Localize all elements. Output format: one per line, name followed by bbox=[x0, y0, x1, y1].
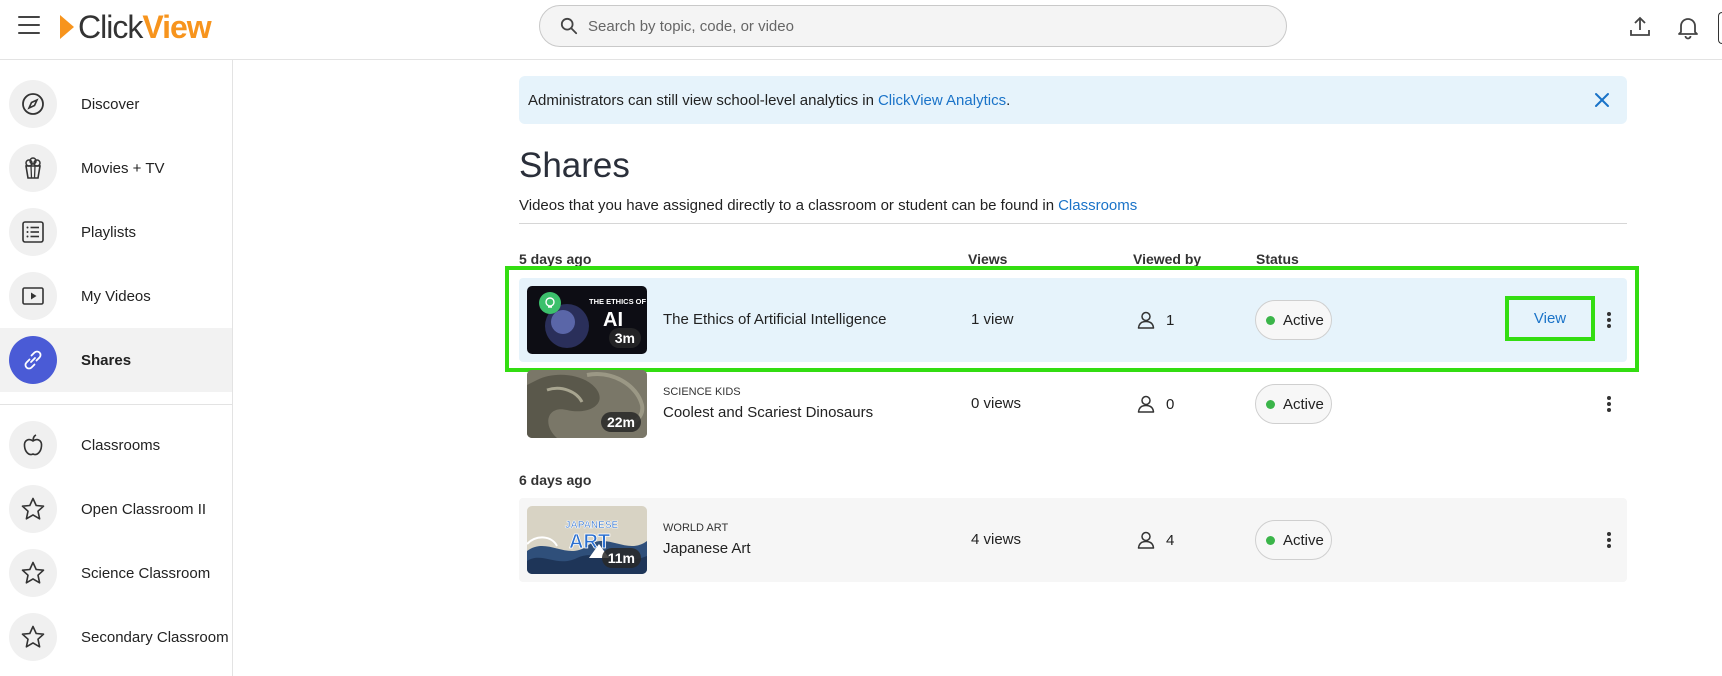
video-category: WORLD ART bbox=[663, 522, 729, 534]
column-header-views: Views bbox=[968, 251, 1008, 267]
svg-text:JAPANESE: JAPANESE bbox=[565, 520, 618, 531]
viewed-by-count: 0 bbox=[1166, 395, 1175, 413]
share-row[interactable]: 22m SCIENCE KIDS Coolest and Scariest Di… bbox=[519, 362, 1627, 446]
sidebar: Discover Movies + TV Playlists My Videos… bbox=[0, 60, 233, 676]
play-icon bbox=[9, 272, 57, 320]
duration-badge: 3m bbox=[608, 328, 641, 348]
status-label: Active bbox=[1283, 531, 1324, 549]
list-icon bbox=[9, 208, 57, 256]
clickview-analytics-link[interactable]: ClickView Analytics bbox=[878, 92, 1006, 109]
sidebar-item-label: Playlists bbox=[81, 223, 137, 241]
group-label: 6 days ago bbox=[519, 472, 592, 488]
status-dot-icon bbox=[1266, 535, 1275, 545]
link-icon bbox=[9, 336, 57, 384]
sidebar-item-my-videos[interactable]: My Videos bbox=[0, 264, 232, 328]
search-input[interactable] bbox=[588, 17, 1268, 35]
more-options-icon[interactable] bbox=[1604, 310, 1614, 330]
logo-text-click: Click bbox=[78, 8, 143, 45]
sidebar-item-open-classroom-ii[interactable]: Open Classroom II bbox=[0, 477, 232, 541]
view-button[interactable]: View bbox=[1505, 296, 1595, 341]
notifications-bell-icon[interactable] bbox=[1675, 14, 1701, 40]
divider bbox=[519, 223, 1627, 224]
top-bar: ClickView bbox=[0, 0, 1722, 60]
views-count: 0 views bbox=[971, 395, 1022, 412]
sidebar-item-secondary-classroom[interactable]: Secondary Classroom bbox=[0, 605, 232, 669]
duration-badge: 11m bbox=[601, 548, 641, 568]
sidebar-item-label: Secondary Classroom bbox=[81, 628, 229, 646]
page-title: Shares bbox=[519, 146, 630, 185]
status-badge: Active bbox=[1255, 520, 1332, 560]
upload-icon[interactable] bbox=[1627, 14, 1653, 40]
sidebar-item-label: Open Classroom II bbox=[81, 500, 207, 518]
viewed-by: 1 bbox=[1136, 310, 1174, 330]
analytics-banner: Administrators can still view school-lev… bbox=[519, 76, 1627, 124]
svg-text:THE ETHICS OF: THE ETHICS OF bbox=[589, 297, 647, 306]
menu-icon[interactable] bbox=[18, 16, 40, 34]
share-row[interactable]: THE ETHICS OF AI 3m The Ethics of Artifi… bbox=[519, 278, 1627, 362]
video-thumbnail[interactable]: 22m bbox=[527, 370, 647, 438]
user-icon bbox=[1137, 395, 1155, 413]
column-header-viewed-by: Viewed by bbox=[1133, 251, 1202, 267]
video-thumbnail[interactable]: THE ETHICS OF AI 3m bbox=[527, 286, 647, 354]
video-thumbnail[interactable]: JAPANESE ART 11m bbox=[527, 506, 647, 574]
views-count: 4 views bbox=[971, 531, 1022, 548]
sidebar-item-science-classroom[interactable]: Science Classroom bbox=[0, 541, 232, 605]
close-icon[interactable] bbox=[1591, 89, 1613, 111]
profile-edge[interactable] bbox=[1718, 12, 1722, 44]
subtitle-text: Videos that you have assigned directly t… bbox=[519, 197, 1055, 214]
logo-play-icon bbox=[60, 15, 74, 39]
sidebar-item-label: My Videos bbox=[81, 287, 151, 305]
popcorn-icon bbox=[9, 144, 57, 192]
status-badge: Active bbox=[1255, 384, 1332, 424]
user-icon bbox=[1137, 311, 1155, 329]
viewed-by: 0 bbox=[1136, 394, 1174, 414]
sidebar-item-label: Discover bbox=[81, 95, 140, 113]
video-title[interactable]: The Ethics of Artificial Intelligence bbox=[663, 311, 886, 328]
sidebar-item-discover[interactable]: Discover bbox=[0, 72, 232, 136]
more-options-icon[interactable] bbox=[1604, 530, 1614, 550]
star-icon bbox=[9, 613, 57, 661]
compass-icon bbox=[9, 80, 57, 128]
star-icon bbox=[9, 485, 57, 533]
sidebar-item-shares[interactable]: Shares bbox=[0, 328, 232, 392]
viewed-by-count: 1 bbox=[1166, 311, 1175, 329]
banner-suffix: . bbox=[1006, 91, 1011, 109]
column-header-status: Status bbox=[1256, 251, 1299, 267]
video-title[interactable]: Japanese Art bbox=[663, 540, 751, 557]
viewed-by-count: 4 bbox=[1166, 531, 1175, 549]
sidebar-item-classrooms[interactable]: Classrooms bbox=[0, 413, 232, 477]
video-title[interactable]: Coolest and Scariest Dinosaurs bbox=[663, 404, 873, 421]
status-label: Active bbox=[1283, 311, 1324, 329]
page-subtitle: Videos that you have assigned directly t… bbox=[519, 197, 1137, 214]
video-category: SCIENCE KIDS bbox=[663, 386, 741, 398]
user-icon bbox=[1137, 531, 1155, 549]
sidebar-divider bbox=[0, 404, 232, 405]
classrooms-link[interactable]: Classrooms bbox=[1058, 197, 1137, 214]
sidebar-item-label: Shares bbox=[81, 351, 132, 369]
svg-text:ART: ART bbox=[569, 531, 610, 553]
sidebar-item-playlists[interactable]: Playlists bbox=[0, 200, 232, 264]
sidebar-item-movies-tv[interactable]: Movies + TV bbox=[0, 136, 232, 200]
group-label: 5 days ago bbox=[519, 251, 592, 267]
search-icon bbox=[560, 17, 578, 35]
sidebar-item-label: Science Classroom bbox=[81, 564, 211, 582]
duration-badge: 22m bbox=[600, 412, 641, 432]
views-count: 1 view bbox=[971, 311, 1014, 328]
status-dot-icon bbox=[1266, 399, 1275, 409]
share-row[interactable]: JAPANESE ART 11m WORLD ART Japanese Art … bbox=[519, 498, 1627, 582]
apple-icon bbox=[9, 421, 57, 469]
banner-text: Administrators can still view school-lev… bbox=[528, 91, 874, 109]
more-options-icon[interactable] bbox=[1604, 394, 1614, 414]
clickview-logo[interactable]: ClickView bbox=[60, 8, 212, 45]
search-bar[interactable] bbox=[539, 5, 1287, 47]
logo-text-view: View bbox=[142, 8, 211, 45]
sidebar-item-label: Movies + TV bbox=[81, 159, 165, 177]
sidebar-item-label: Classrooms bbox=[81, 436, 161, 454]
status-label: Active bbox=[1283, 395, 1324, 413]
status-dot-icon bbox=[1266, 315, 1275, 325]
star-icon bbox=[9, 549, 57, 597]
viewed-by: 4 bbox=[1136, 530, 1174, 550]
status-badge: Active bbox=[1255, 300, 1332, 340]
